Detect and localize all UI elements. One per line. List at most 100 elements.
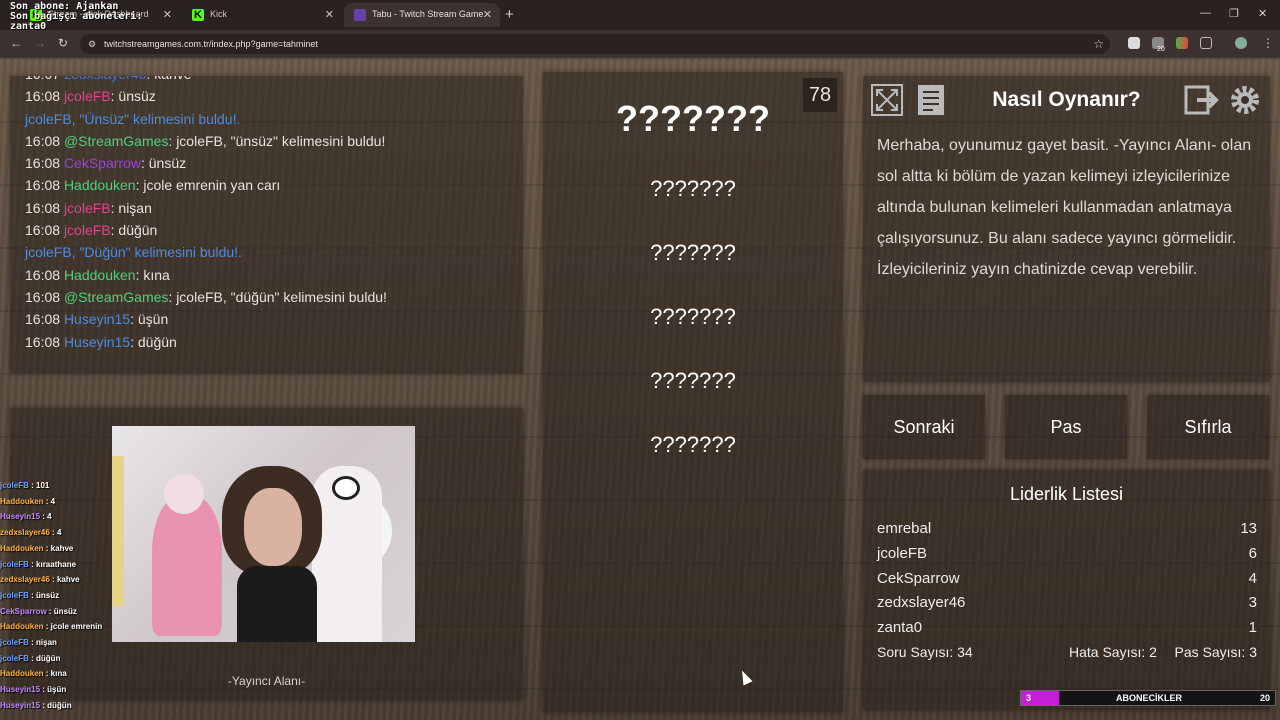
- side-chat-line: jcoleFB : kıraathane: [0, 559, 77, 569]
- chat-message: ünsüz: [148, 155, 187, 172]
- chat-message: jcoleFB, "ünsüz" kelimesini buldu!: [176, 132, 386, 149]
- address-bar[interactable]: ⚙ twitchstreamgames.com.tr/index.php?gam…: [80, 34, 1110, 54]
- leaderboard-row: jcoleFB 6: [877, 545, 1257, 569]
- chat-message: ünsüz: [118, 88, 156, 105]
- side-chat-message: 4: [56, 528, 62, 538]
- avatar[interactable]: [1235, 37, 1247, 49]
- side-chat-line: jcoleFB : 101: [0, 481, 50, 490]
- side-chat-message: kına: [50, 669, 67, 679]
- side-chat-line: Huseyin15 : 4: [0, 512, 52, 522]
- sub-overlay: Son abone: Ajankan Son bağışçı aboneleri…: [10, 2, 142, 32]
- puzzle-icon[interactable]: [1200, 37, 1212, 49]
- chat-user[interactable]: jcoleFB: [64, 88, 111, 104]
- chat-user[interactable]: @StreamGames: [64, 133, 168, 149]
- player-name: CekSparrow: [877, 570, 960, 587]
- chat-message: üşün: [137, 311, 169, 328]
- side-chat-line: Haddouken : 4: [0, 496, 56, 506]
- minimize-icon[interactable]: —: [1200, 7, 1211, 19]
- settings-gear-icon[interactable]: [1227, 82, 1263, 118]
- pass-button[interactable]: Pas: [1005, 395, 1127, 459]
- chat-user[interactable]: Haddouken: [64, 267, 136, 283]
- next-button[interactable]: Sonraki: [863, 395, 985, 459]
- side-chat-user: jcoleFB: [0, 481, 29, 490]
- reset-button[interactable]: Sıfırla: [1147, 395, 1269, 459]
- side-chat-user: Haddouken: [0, 543, 44, 553]
- twitch-icon: [354, 9, 366, 21]
- side-chat-user: Haddouken: [0, 669, 44, 679]
- chat-message: kına: [143, 266, 170, 283]
- leaderboard-row: zedxslayer46 3: [877, 594, 1257, 618]
- side-chat-user: jcoleFB: [0, 590, 29, 600]
- side-chat-line: Huseyin15 : düğün: [0, 700, 72, 710]
- side-chat-user: jcoleFB: [0, 559, 29, 569]
- chat-message: jcole emrenin yan carı: [143, 177, 281, 194]
- side-chat-message: düğün: [47, 700, 72, 710]
- chat-time: 16:08: [25, 266, 61, 283]
- leaderboard-row: CekSparrow 4: [877, 570, 1257, 594]
- address-toolbar: ← → ↻ ⚙ twitchstreamgames.com.tr/index.p…: [0, 30, 1280, 58]
- tab-bar: K Stream - Kick Dashboard ✕ K Kick ✕ Tab…: [0, 0, 1280, 32]
- close-icon[interactable]: ✕: [483, 8, 492, 21]
- subscriber-goal-bar: 3 ABONECİKLER 20: [1020, 690, 1276, 706]
- chat-user[interactable]: zedxslayer46: [64, 76, 147, 82]
- chat-user[interactable]: CekSparrow: [64, 155, 141, 171]
- chat-user[interactable]: jcoleFB: [64, 200, 111, 216]
- side-chat-message: kahve: [50, 543, 74, 553]
- question-count: Soru Sayısı: 34: [877, 644, 973, 660]
- side-chat-user: Huseyin15: [0, 685, 41, 695]
- game-stats: Soru Sayısı: 34 Hata Sayısı: 2 Pas Sayıs…: [877, 644, 1257, 660]
- extension-icon[interactable]: [1128, 37, 1140, 49]
- sub-goal: 20: [1259, 693, 1270, 703]
- chat-user[interactable]: @StreamGames: [64, 289, 168, 305]
- chat-time: 16:08: [25, 333, 61, 350]
- main-word: ???????: [616, 98, 770, 139]
- new-tab-button[interactable]: +: [505, 6, 514, 23]
- close-window-icon[interactable]: ✕: [1258, 7, 1267, 20]
- chat-user[interactable]: jcoleFB: [64, 222, 111, 238]
- side-chat-user: zedxslayer46: [0, 575, 50, 585]
- exit-icon[interactable]: [1183, 82, 1219, 118]
- words-panel: 78 ??????? ??????? ??????? ??????? ?????…: [543, 72, 843, 712]
- side-chat-user: Huseyin15: [0, 512, 41, 522]
- tab-tabu[interactable]: Tabu - Twitch Stream Game ✕: [344, 3, 500, 27]
- side-chat-line: zedxslayer46 : kahve: [0, 575, 80, 585]
- side-chat-message: ünsüz: [36, 590, 60, 600]
- chat-user[interactable]: Haddouken: [64, 177, 136, 193]
- webcam-image: [112, 426, 415, 642]
- chat-message: düğün: [118, 222, 158, 239]
- tab-kick[interactable]: K Kick ✕: [182, 3, 342, 27]
- chat-line: 16:08 jcoleFB: düğün: [25, 222, 158, 239]
- forward-icon[interactable]: →: [34, 36, 46, 50]
- chat-panel: 16:07 zedxslayer46: kahve 16:08 jcoleFB: …: [10, 76, 523, 373]
- chat-line: 16:07 zedxslayer46: kahve: [25, 76, 508, 88]
- close-icon[interactable]: ✕: [325, 8, 334, 21]
- maximize-icon[interactable]: ❐: [1229, 7, 1239, 20]
- chat-user[interactable]: Huseyin15: [64, 334, 130, 350]
- chat-time: 16:07: [25, 76, 60, 82]
- taboo-word: ???????: [650, 240, 736, 265]
- chat-time: 16:08: [25, 132, 61, 149]
- side-chat-user: jcoleFB: [0, 653, 29, 663]
- site-info-icon[interactable]: ⚙: [88, 39, 96, 50]
- side-chat-user: zedxslayer46: [0, 528, 50, 538]
- back-icon[interactable]: ←: [10, 36, 22, 50]
- side-chat-message: jcole emrenin: [50, 622, 103, 632]
- error-count: Hata Sayısı: 2: [1069, 644, 1157, 660]
- side-chat-user: Haddouken: [0, 622, 44, 632]
- side-chat-message: ünsüz: [53, 606, 77, 616]
- chat-line: 16:08 Haddouken: kına: [25, 266, 170, 283]
- menu-icon[interactable]: ⋮: [1262, 36, 1274, 50]
- player-score: 3: [1248, 594, 1257, 611]
- chat-time: 16:08: [25, 177, 61, 194]
- side-chat-message: 4: [47, 512, 52, 522]
- close-icon[interactable]: ✕: [163, 8, 172, 21]
- chat-message: nişan: [118, 199, 152, 216]
- chat-user[interactable]: Huseyin15: [64, 311, 130, 327]
- extension-icon[interactable]: [1176, 37, 1188, 49]
- player-name: jcoleFB: [877, 545, 928, 562]
- bookmark-star-icon[interactable]: ☆: [1093, 37, 1104, 51]
- reload-icon[interactable]: ↻: [58, 36, 68, 50]
- chat-time: 16:08: [25, 155, 61, 172]
- side-chat-user: jcoleFB: [0, 638, 29, 648]
- game-page: 16:07 zedxslayer46: kahve 16:08 jcoleFB: …: [0, 58, 1280, 720]
